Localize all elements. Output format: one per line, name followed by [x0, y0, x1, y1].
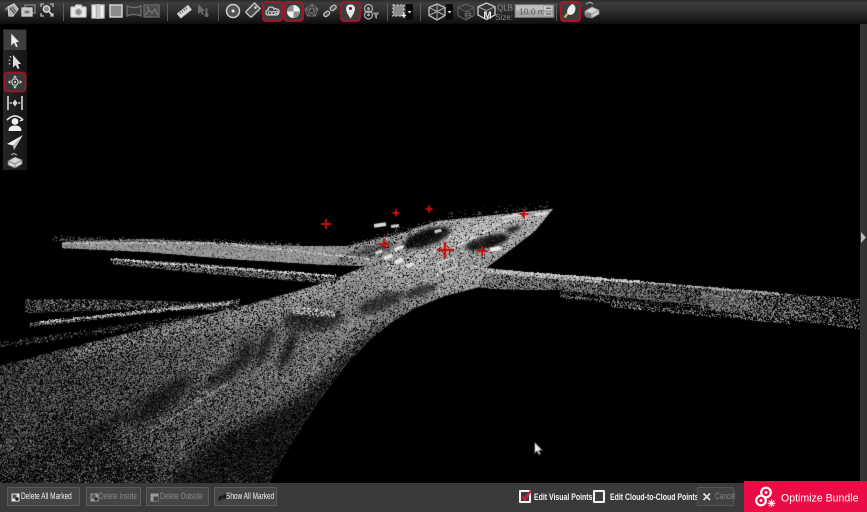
svg-text:QLB: QLB — [497, 4, 513, 13]
svg-text:Optimize Bundle: Optimize Bundle — [781, 492, 858, 504]
svg-text:Size:: Size: — [495, 13, 513, 22]
svg-text:M: M — [483, 11, 491, 22]
svg-text:10.0 m: 10.0 m — [519, 7, 545, 17]
